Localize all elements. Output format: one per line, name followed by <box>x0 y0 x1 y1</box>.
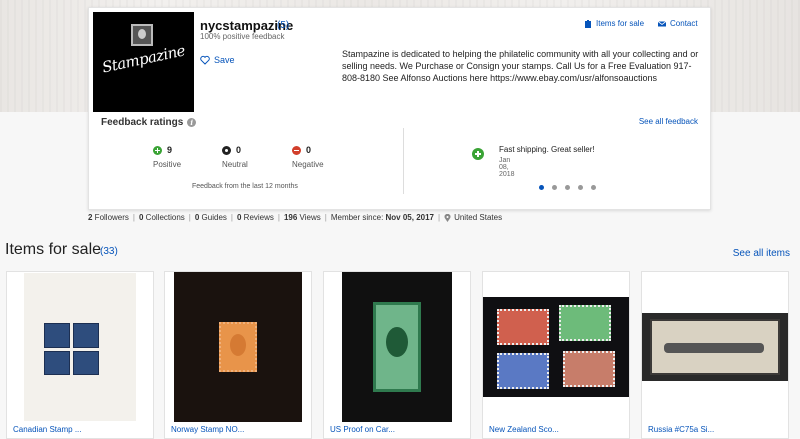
item-title[interactable]: Norway Stamp NO... <box>171 425 244 434</box>
neutral-count: 0 <box>236 145 242 155</box>
carousel-dot[interactable] <box>539 185 544 190</box>
neutral-label: Neutral <box>222 160 248 169</box>
stat-separator: | <box>324 213 327 222</box>
see-all-items-link[interactable]: See all items <box>733 248 790 259</box>
comment-text: Fast shipping. Great seller! <box>499 145 595 154</box>
stat-separator: | <box>188 213 191 222</box>
stamp-photo <box>642 313 788 381</box>
store-feedback-count[interactable]: (5) <box>277 20 289 31</box>
stamp-image <box>219 322 257 372</box>
rating-positive: 9 Positive <box>153 145 181 169</box>
rating-negative: 0 Negative <box>292 145 324 169</box>
stamp-sheet-image <box>24 273 136 421</box>
negative-icon <box>292 145 301 155</box>
item-card[interactable]: US Proof on Car... <box>323 271 471 439</box>
stamp-block <box>44 323 99 375</box>
mail-icon <box>658 20 667 26</box>
item-card[interactable]: Russia #C75a Si... <box>641 271 789 439</box>
stamp-photo <box>342 272 452 422</box>
heart-icon <box>200 55 210 65</box>
logo-portrait <box>131 24 153 46</box>
see-all-feedback-link[interactable]: See all feedback <box>639 117 698 126</box>
store-description: Stampazine is dedicated to helping the p… <box>342 49 699 83</box>
items-for-sale-count[interactable]: (33) <box>100 246 118 257</box>
contact-link[interactable]: Contact <box>658 19 698 28</box>
positive-comment-icon <box>472 148 484 160</box>
feedback-ratings-label: Feedback ratings <box>101 117 184 128</box>
item-image[interactable] <box>7 272 153 422</box>
store-header-card: Stampazine nycstampazine (5) 100% positi… <box>88 7 711 210</box>
item-image[interactable] <box>642 272 788 422</box>
item-title[interactable]: Canadian Stamp ... <box>13 425 81 434</box>
stamp-image <box>559 305 611 341</box>
stat-collections[interactable]: 0 Collections <box>139 213 185 222</box>
carousel-dot[interactable] <box>565 185 570 190</box>
store-stats-bar: 2 Followers | 0 Collections | 0 Guides |… <box>88 213 502 222</box>
stamp-image <box>497 309 549 345</box>
rating-neutral: 0 Neutral <box>222 145 248 169</box>
stat-separator: | <box>132 213 135 222</box>
stat-location: United States <box>454 213 503 222</box>
stamp-photo <box>174 272 302 422</box>
stat-separator: | <box>230 213 233 222</box>
comment-date: Jan 08, 2018 <box>499 157 515 178</box>
info-icon[interactable]: i <box>187 118 197 127</box>
stat-separator: | <box>438 213 441 222</box>
save-label: Save <box>214 55 235 65</box>
carousel-dot[interactable] <box>552 185 557 190</box>
positive-feedback-percent: 100% positive feedback <box>200 32 285 41</box>
item-image[interactable] <box>483 272 629 422</box>
stat-guides[interactable]: 0 Guides <box>195 213 227 222</box>
items-for-sale-label: Items for sale <box>596 19 645 28</box>
item-card[interactable]: Canadian Stamp ... <box>6 271 154 439</box>
contact-label: Contact <box>670 19 698 28</box>
item-card[interactable]: Norway Stamp NO... <box>164 271 312 439</box>
stamp-photo <box>483 297 629 397</box>
save-button[interactable]: Save <box>200 55 235 65</box>
positive-icon <box>153 145 162 155</box>
item-image[interactable] <box>324 272 470 422</box>
feedback-divider <box>403 128 404 194</box>
store-icon <box>585 19 591 28</box>
stat-reviews[interactable]: 0 Reviews <box>237 213 274 222</box>
neutral-icon <box>222 145 231 155</box>
feedback-period-note: Feedback from the last 12 months <box>192 183 298 190</box>
stamp-image <box>497 353 549 389</box>
items-for-sale-heading: Items for sale <box>5 241 102 258</box>
negative-label: Negative <box>292 160 324 169</box>
item-title[interactable]: New Zealand Sco... <box>489 425 559 434</box>
negative-count: 0 <box>306 145 312 155</box>
store-logo[interactable]: Stampazine <box>93 12 194 112</box>
item-image[interactable] <box>165 272 311 422</box>
stat-followers[interactable]: 2 Followers <box>88 213 129 222</box>
stat-member-since: Member since: Nov 05, 2017 <box>330 213 434 222</box>
item-card[interactable]: New Zealand Sco... <box>482 271 630 439</box>
location-pin-icon <box>444 213 451 222</box>
carousel-dot[interactable] <box>591 185 596 190</box>
stamp-image <box>373 302 421 392</box>
items-for-sale-link[interactable]: Items for sale <box>584 19 644 28</box>
positive-label: Positive <box>153 160 182 169</box>
item-title[interactable]: Russia #C75a Si... <box>648 425 714 434</box>
item-title[interactable]: US Proof on Car... <box>330 425 395 434</box>
stat-views: 196 Views <box>283 213 321 222</box>
stamp-image <box>563 351 615 387</box>
stat-separator: | <box>277 213 280 222</box>
carousel-dot[interactable] <box>578 185 583 190</box>
store-header-links: Items for sale Contact <box>584 19 698 28</box>
stamp-image <box>650 319 780 375</box>
positive-count: 9 <box>167 145 173 155</box>
feedback-ratings-title: Feedback ratings i <box>101 117 197 128</box>
carousel-dots <box>539 185 596 190</box>
